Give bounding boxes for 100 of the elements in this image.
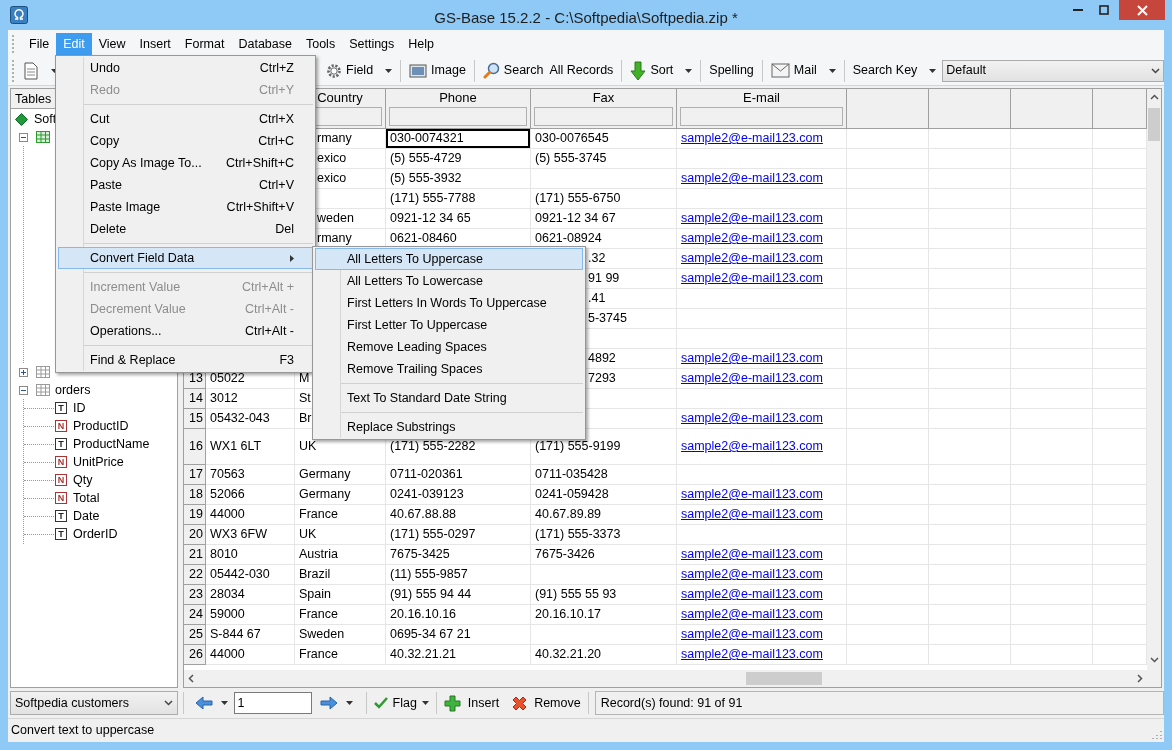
email-link[interactable]: sample2@e-mail123.com bbox=[681, 547, 823, 561]
vertical-scrollbar[interactable] bbox=[1147, 89, 1161, 687]
tree-item[interactable]: OrderID bbox=[73, 524, 118, 544]
menu-item[interactable]: All Letters To Lowercase bbox=[315, 270, 583, 292]
email-link[interactable]: sample2@e-mail123.com bbox=[681, 351, 823, 365]
menu-item[interactable]: First Letters In Words To Uppercase bbox=[315, 292, 583, 314]
record-field[interactable]: 1 bbox=[233, 692, 312, 714]
toolbar-button[interactable]: Field bbox=[323, 58, 396, 83]
menu-item[interactable]: Database bbox=[231, 33, 299, 55]
tree-item[interactable]: orders bbox=[55, 380, 91, 400]
search-key-dropdown[interactable]: Default bbox=[942, 59, 1164, 82]
toolbar-button[interactable]: Search bbox=[479, 58, 547, 83]
row-number: 20 bbox=[184, 525, 206, 545]
table-cell: 20.16.10.17 bbox=[531, 605, 677, 625]
toolbar-button[interactable]: All Records bbox=[546, 58, 617, 83]
tree-item[interactable]: UnitPrice bbox=[73, 452, 124, 472]
menu-item[interactable]: Convert Field Data bbox=[58, 247, 313, 269]
email-link[interactable]: sample2@e-mail123.com bbox=[681, 487, 823, 501]
tree-item[interactable]: ID bbox=[73, 398, 86, 418]
filter-field[interactable] bbox=[680, 107, 843, 126]
menu-item[interactable]: Copy Ctrl+C bbox=[58, 130, 313, 152]
toolbar-button[interactable]: Search Key bbox=[849, 58, 940, 83]
column-header[interactable]: Country bbox=[317, 89, 363, 107]
email-link[interactable]: sample2@e-mail123.com bbox=[681, 507, 823, 521]
menu-item[interactable]: Operations... Ctrl+Alt - bbox=[58, 320, 313, 342]
close-button[interactable] bbox=[1119, 0, 1165, 20]
collapse-icon[interactable] bbox=[19, 385, 28, 395]
menu-item[interactable]: Find & Replace F3 bbox=[58, 349, 313, 371]
status-text: Convert text to uppercase bbox=[11, 722, 155, 740]
tree-item[interactable]: ProductName bbox=[73, 434, 150, 454]
menu-item[interactable]: Insert bbox=[132, 33, 178, 55]
email-link[interactable]: sample2@e-mail123.com bbox=[681, 439, 823, 453]
gear-icon bbox=[326, 62, 342, 79]
resize-grip-icon[interactable] bbox=[1152, 730, 1162, 740]
scroll-left-icon[interactable] bbox=[188, 674, 194, 683]
email-link[interactable]: sample2@e-mail123.com bbox=[681, 607, 823, 621]
tree-item[interactable]: ProductID bbox=[73, 416, 129, 436]
email-link[interactable]: sample2@e-mail123.com bbox=[681, 567, 823, 581]
collapse-icon[interactable] bbox=[19, 132, 28, 142]
flag-button[interactable]: Flag bbox=[371, 691, 431, 715]
email-link[interactable]: sample2@e-mail123.com bbox=[681, 271, 823, 285]
email-link[interactable]: sample2@e-mail123.com bbox=[681, 647, 823, 661]
insert-button[interactable]: Insert bbox=[441, 691, 502, 715]
menu-item[interactable]: Cut Ctrl+X bbox=[58, 108, 313, 130]
column-header[interactable]: Fax bbox=[592, 89, 615, 107]
email-link[interactable]: sample2@e-mail123.com bbox=[681, 587, 823, 601]
horizontal-scrollbar[interactable] bbox=[184, 670, 1147, 687]
email-link[interactable]: sample2@e-mail123.com bbox=[681, 171, 823, 185]
table-dropdown[interactable]: Softpedia customers bbox=[10, 691, 178, 715]
menu-item[interactable]: Paste Image Ctrl+Shift+V bbox=[58, 196, 313, 218]
table-cell: UK bbox=[295, 525, 386, 545]
table-cell: 0921-12 34 65 bbox=[386, 209, 531, 229]
tree-item[interactable]: Soft bbox=[34, 109, 57, 129]
filter-field[interactable] bbox=[389, 107, 527, 126]
toolbar-button[interactable]: Sort bbox=[627, 58, 696, 83]
table-cell-text: weden bbox=[317, 210, 354, 227]
menu-item[interactable]: Tools bbox=[298, 33, 343, 55]
menu-item[interactable]: Copy As Image To... Ctrl+Shift+C bbox=[58, 152, 313, 174]
field-type-icon: T bbox=[55, 438, 67, 450]
menu-item[interactable]: Undo Ctrl+Z bbox=[58, 57, 313, 79]
menu-item[interactable]: File bbox=[22, 33, 57, 55]
scrollbar-thumb[interactable] bbox=[1148, 108, 1160, 141]
menu-item[interactable]: Paste Ctrl+V bbox=[58, 174, 313, 196]
menu-item[interactable]: Format bbox=[177, 33, 232, 55]
scroll-down-icon[interactable] bbox=[1149, 657, 1159, 663]
tree-item[interactable]: Qty bbox=[73, 470, 93, 490]
email-link[interactable]: sample2@e-mail123.com bbox=[681, 251, 823, 265]
email-link[interactable]: sample2@e-mail123.com bbox=[681, 131, 823, 145]
email-link[interactable]: sample2@e-mail123.com bbox=[681, 411, 823, 425]
scroll-up-icon[interactable] bbox=[1149, 94, 1159, 100]
table-cell: 40.32.21.20 bbox=[531, 645, 677, 665]
table-cell: 40.67.89.89 bbox=[531, 505, 677, 525]
envelope-icon bbox=[770, 63, 790, 78]
email-link[interactable]: sample2@e-mail123.com bbox=[681, 627, 823, 641]
scroll-right-icon[interactable] bbox=[1137, 674, 1143, 683]
table-cell: 52066 bbox=[206, 485, 295, 505]
table-cell: (5) 555-4729 bbox=[386, 149, 531, 169]
toolbar-button[interactable]: Image bbox=[406, 58, 469, 83]
menu-item[interactable]: Delete Del bbox=[58, 218, 313, 240]
remove-button[interactable]: Remove bbox=[509, 691, 583, 715]
menu-item[interactable]: Remove Leading Spaces bbox=[315, 336, 583, 358]
menu-item[interactable]: View bbox=[91, 33, 133, 55]
menu-item[interactable]: Settings bbox=[342, 33, 402, 55]
toolbar-button[interactable]: Spelling bbox=[706, 58, 757, 83]
menu-item[interactable]: First Letter To Uppercase bbox=[315, 314, 583, 336]
menu-item[interactable]: Help bbox=[401, 33, 442, 55]
expand-icon[interactable] bbox=[19, 367, 28, 377]
toolbar-button[interactable]: Mail bbox=[767, 58, 839, 83]
email-link[interactable]: sample2@e-mail123.com bbox=[681, 211, 823, 225]
email-link[interactable]: sample2@e-mail123.com bbox=[681, 231, 823, 245]
table-cell: 030-0074321 bbox=[386, 129, 531, 149]
column-header[interactable]: E-mail bbox=[743, 89, 780, 107]
scrollbar-thumb[interactable] bbox=[746, 672, 822, 685]
tree-item[interactable]: Total bbox=[73, 488, 100, 508]
column-header[interactable]: Phone bbox=[439, 89, 477, 107]
email-link[interactable]: sample2@e-mail123.com bbox=[681, 371, 823, 385]
table-cell: (5) 555-3932 bbox=[386, 169, 531, 189]
filter-field[interactable] bbox=[534, 107, 673, 126]
tree-item[interactable]: Date bbox=[73, 506, 100, 526]
menu-item[interactable]: All Letters To Uppercase bbox=[315, 248, 583, 270]
